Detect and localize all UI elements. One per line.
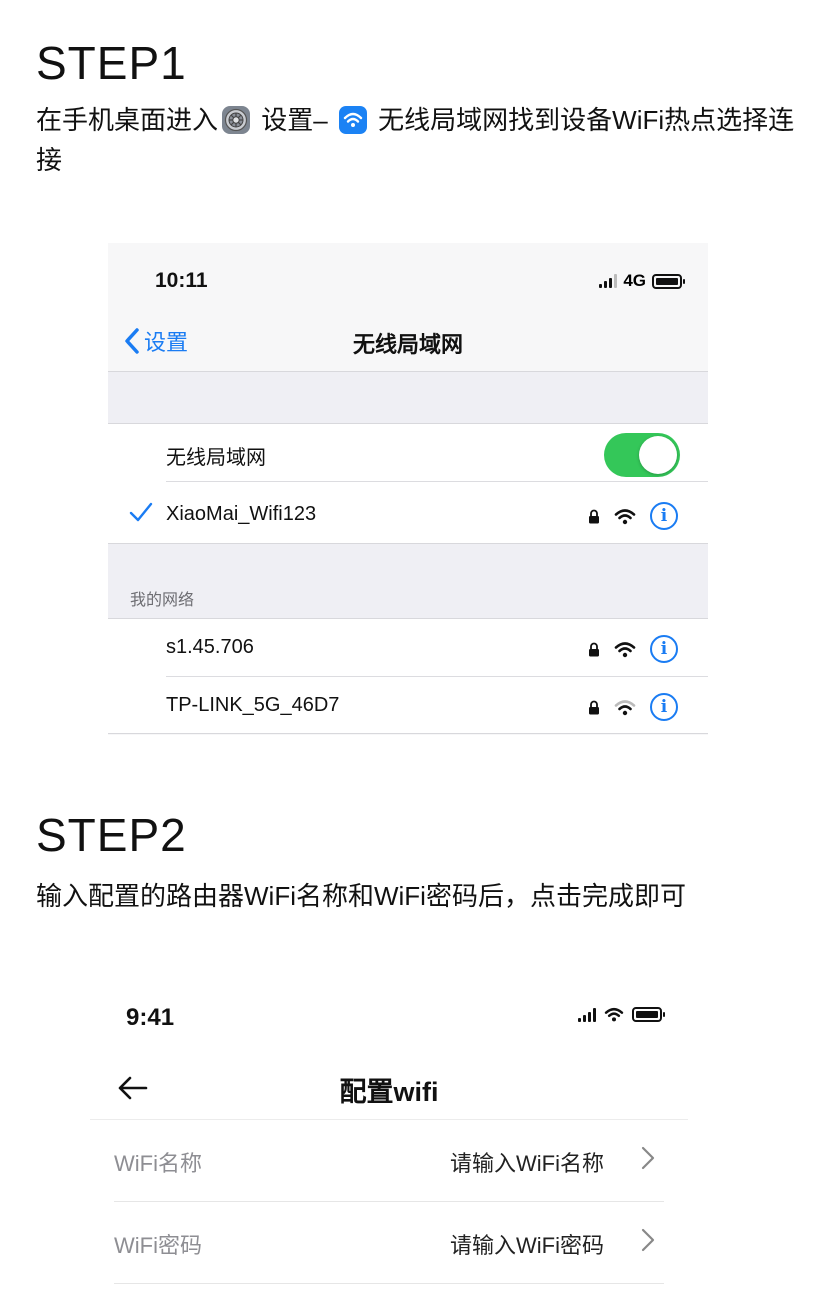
- network-name: s1.45.706: [166, 636, 254, 658]
- my-networks-label: 我的网络: [130, 592, 195, 609]
- step1-instruction: 在手机桌面进入 设置– 无线局域网找到设备WiFi热点选择连接: [36, 100, 796, 180]
- wifi-name-field[interactable]: WiFi名称 请输入WiFi名称: [114, 1120, 664, 1202]
- network-row[interactable]: s1.45.706 i: [108, 619, 708, 677]
- group-spacer: [108, 371, 708, 423]
- lock-icon: [589, 509, 599, 523]
- phone-screenshot-wifi-settings: 10:11 4G 设置 无线局域网 无线局域网 XiaoMai_Wifi123 …: [108, 243, 708, 735]
- wifi-app-icon: [338, 106, 367, 134]
- status-time: 10:11: [155, 269, 208, 292]
- lock-icon: [589, 700, 599, 714]
- page-title: 无线局域网: [352, 332, 463, 357]
- wifi-toggle[interactable]: [604, 433, 680, 477]
- battery-icon: [632, 1007, 665, 1022]
- wifi-signal-weak-icon: [614, 699, 636, 715]
- network-name: TP-LINK_5G_46D7: [166, 694, 340, 716]
- connected-network-row[interactable]: XiaoMai_Wifi123 i: [108, 486, 708, 544]
- step2-title: STEP2: [36, 809, 187, 861]
- nav-bar: 配置wifi: [90, 1064, 688, 1120]
- wifi-signal-icon: [614, 641, 636, 657]
- page-title: 配置wifi: [339, 1077, 439, 1107]
- checkmark-icon: [129, 502, 153, 522]
- field-label: WiFi密码: [114, 1233, 202, 1258]
- field-placeholder: 请输入WiFi名称: [450, 1151, 604, 1176]
- info-icon[interactable]: i: [650, 693, 678, 721]
- wifi-section: 无线局域网 XiaoMai_Wifi123 i: [108, 423, 708, 544]
- info-icon[interactable]: i: [650, 502, 678, 530]
- network-name: XiaoMai_Wifi123: [166, 503, 317, 525]
- field-label: WiFi名称: [114, 1151, 202, 1176]
- signal-icon: [578, 1007, 596, 1022]
- chevron-right-icon: [641, 1146, 655, 1170]
- nav-bar: 设置 无线局域网: [108, 315, 708, 371]
- network-row[interactable]: TP-LINK_5G_46D7 i: [108, 677, 708, 735]
- my-networks-section: s1.45.706 i TP-LINK_5G_46D7 i: [108, 618, 708, 734]
- instruction-text: 设置–: [254, 105, 335, 135]
- info-icon[interactable]: i: [650, 635, 678, 663]
- wifi-status-icon: [604, 1007, 624, 1022]
- settings-app-icon: [222, 106, 251, 134]
- wifi-signal-icon: [614, 508, 636, 524]
- battery-icon: [652, 273, 685, 289]
- network-type: 4G: [623, 271, 646, 290]
- phone-screenshot-configure-wifi: 9:41 配置wifi WiFi名称 请输入WiFi名称 WiFi密码 请输入W…: [90, 980, 688, 1299]
- wifi-toggle-row: 无线局域网: [108, 424, 708, 482]
- status-bar-right: 4G: [599, 271, 685, 291]
- wifi-password-field[interactable]: WiFi密码 请输入WiFi密码: [114, 1202, 664, 1284]
- chevron-right-icon: [641, 1228, 655, 1252]
- step2-instruction: 输入配置的路由器WiFi名称和WiFi密码后，点击完成即可: [36, 881, 686, 911]
- wifi-toggle-label: 无线局域网: [166, 447, 266, 469]
- signal-icon: [599, 274, 618, 288]
- field-placeholder: 请输入WiFi密码: [450, 1233, 604, 1258]
- status-time: 9:41: [126, 1004, 175, 1031]
- lock-icon: [589, 642, 599, 656]
- my-networks-header: 我的网络: [108, 544, 708, 618]
- instruction-text: 在手机桌面进入: [36, 105, 219, 135]
- step1-title: STEP1: [36, 37, 187, 89]
- status-bar-right: [578, 1007, 665, 1022]
